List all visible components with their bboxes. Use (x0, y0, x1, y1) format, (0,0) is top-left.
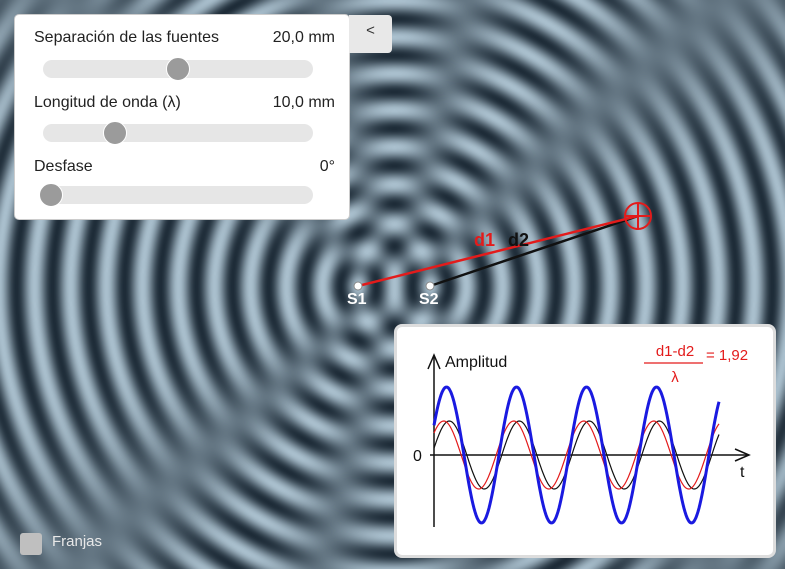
x-axis (430, 448, 751, 462)
collapse-panel-button[interactable]: < (349, 15, 392, 53)
wavelength-value: 10,0 mm (272, 94, 335, 111)
phase-slider[interactable] (39, 183, 313, 207)
separation-slider[interactable] (43, 57, 313, 81)
wavelength-slider-handle[interactable] (102, 121, 127, 145)
fringes-label: Franjas (52, 533, 103, 550)
y-axis (427, 353, 441, 527)
source2-label: S2 (419, 291, 439, 308)
d1-line (357, 214, 639, 288)
separation-value: 20,0 mm (272, 29, 335, 46)
d1-label: d1 (474, 230, 495, 250)
phase-value: 0° (319, 158, 335, 175)
formula-value: = 1,92 (706, 347, 748, 364)
amplitude-graph: Amplitud t 0 d1-d2 λ = 1,92 (397, 327, 773, 555)
formula-denominator: λ (671, 369, 679, 386)
phase-row: Desfase 0° (34, 158, 335, 178)
d2-line (429, 214, 639, 288)
detector-crosshair-icon[interactable] (624, 202, 652, 230)
phase-slider-handle[interactable] (39, 183, 63, 207)
wavelength-label: Longitud de onda (λ) (34, 94, 181, 111)
formula-numerator: d1-d2 (656, 343, 694, 360)
source1-dot[interactable] (353, 281, 363, 291)
source1-label: S1 (347, 291, 367, 308)
fringes-checkbox[interactable] (20, 533, 42, 555)
zero-label: 0 (413, 448, 422, 465)
separation-row: Separación de las fuentes 20,0 mm (34, 29, 335, 49)
x-axis-label: t (740, 464, 745, 481)
phase-label: Desfase (34, 158, 93, 175)
wavelength-row: Longitud de onda (λ) 10,0 mm (34, 94, 335, 114)
y-axis-label: Amplitud (445, 354, 507, 371)
amplitude-plot: Amplitud t 0 d1-d2 λ = 1,92 (413, 343, 751, 527)
d2-label: d2 (508, 230, 529, 250)
separation-slider-handle[interactable] (166, 57, 190, 81)
source2-dot[interactable] (425, 281, 435, 291)
control-panel: Separación de las fuentes 20,0 mm Longit… (15, 15, 349, 219)
separation-label: Separación de las fuentes (34, 29, 220, 46)
wavelength-slider[interactable] (43, 121, 313, 145)
